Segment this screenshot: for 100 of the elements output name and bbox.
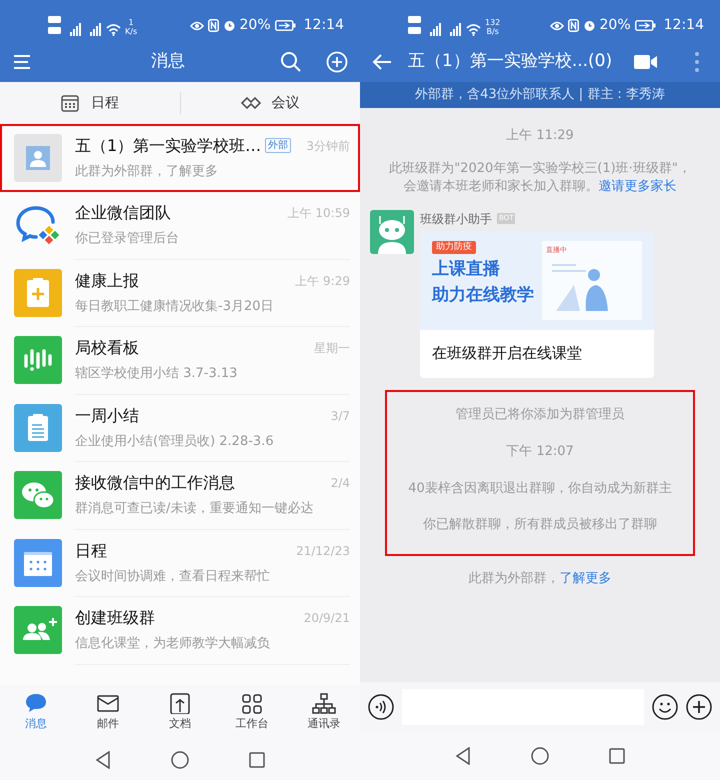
conversation-item[interactable]: 企业微信团队 上午 10:59 你已登录管理后台 <box>0 192 360 259</box>
hd-icon <box>408 14 422 36</box>
speed-unit: B/s <box>486 27 499 36</box>
voice-icon[interactable] <box>368 694 394 720</box>
tab-bar-item[interactable]: 消息 <box>0 685 72 740</box>
message-link[interactable]: 邀请更多家长 <box>598 178 676 194</box>
clipboard-icon <box>14 404 62 452</box>
chat-bubble-icon <box>24 692 48 714</box>
alarm-icon <box>582 19 596 32</box>
tab-bar-item[interactable]: 工作台 <box>216 685 288 740</box>
conversation-name: 创建班级群 <box>75 607 155 629</box>
wifi-icon <box>466 24 481 36</box>
battery-icon <box>634 20 656 31</box>
system-message: 此班级群为"2020年第一实验学校三(1)班·班级群"，会邀请本班老师和家长加入群聊。邀请更多家长 <box>388 160 692 196</box>
conversation-item[interactable]: 创建班级群 20/9/21 信息化课堂，为老师教学大幅减负 <box>0 596 360 664</box>
system-message: 40裴梓含因离职退出群聊，你自动成为新群主 <box>407 480 673 498</box>
conversation-item[interactable]: 一周小结 3/7 企业使用小结(管理员收) 2.28-3.6 <box>0 394 360 462</box>
shortcut-button[interactable]: 会议 <box>180 86 360 120</box>
message-link[interactable]: 了解更多 <box>560 570 612 586</box>
conversation-name: 健康上报 <box>75 270 139 292</box>
search-icon[interactable] <box>280 51 302 73</box>
network-speed: 132 <box>485 18 500 27</box>
message-time: 3/7 <box>330 408 350 424</box>
wifi-icon <box>106 24 121 36</box>
clock-time: 12:14 <box>304 16 344 35</box>
nfc-icon <box>568 19 579 32</box>
avatar-placeholder <box>14 134 62 182</box>
add-people-icon <box>14 606 62 654</box>
message-time: 上午 9:29 <box>295 272 350 290</box>
home-circle-icon[interactable] <box>171 751 189 769</box>
conversation-name: 五（1）第一实验学校班… <box>75 134 262 156</box>
clock-time: 12:14 <box>664 16 704 35</box>
conversation-item[interactable]: 五（1）第一实验学校班… 外部 3分钟前 此群为外部群，了解更多 <box>0 124 360 192</box>
message-preview: 会议时间协调难，查看日程来帮忙 <box>75 568 271 586</box>
org-chart-icon <box>312 692 336 714</box>
chat-timestamp: 上午 11:29 <box>506 127 574 145</box>
message-preview: 信息化课堂，为老师教学大幅减负 <box>75 635 271 653</box>
battery-percent: 20% <box>240 16 271 35</box>
group-info-bar: 外部群，含43位外部联系人 | 群主 : 李秀涛 <box>360 82 720 108</box>
battery-percent: 20% <box>600 16 631 35</box>
conversation-name: 一周小结 <box>75 404 139 426</box>
back-triangle-icon[interactable] <box>455 747 471 765</box>
video-camera-icon[interactable] <box>634 54 658 70</box>
hd-icon <box>48 14 62 36</box>
message-preview: 辖区学校使用小结 3.7-3.13 <box>75 365 238 383</box>
calendar-icon <box>60 94 81 112</box>
recents-square-icon[interactable] <box>609 748 625 764</box>
message-preview: 你已登录管理后台 <box>75 230 180 248</box>
speed-unit: K/s <box>125 27 138 36</box>
grid-icon <box>240 692 264 714</box>
document-icon <box>168 692 192 714</box>
calendar-icon <box>14 538 62 587</box>
message-preview: 群消息可查已读/未读，重要通知一键必达 <box>75 500 314 518</box>
tab-bar-item[interactable]: 邮件 <box>72 685 144 740</box>
shortcut-button[interactable]: 日程 <box>0 86 180 120</box>
nfc-icon <box>208 19 219 32</box>
chat-bubbles-icon <box>14 471 62 520</box>
alarm-icon <box>222 19 236 32</box>
card-caption: 在班级群开启在线课堂 <box>431 342 583 364</box>
message-time: 21/12/23 <box>296 542 350 560</box>
message-preview: 此群为外部群，了解更多 <box>75 162 219 180</box>
tab-bar-item[interactable]: 文档 <box>144 685 216 740</box>
clipboard-plus-icon <box>14 268 62 317</box>
conversation-item[interactable]: 日程 21/12/23 会议时间协调难，查看日程来帮忙 <box>0 529 360 596</box>
conversation-item[interactable]: 接收微信中的工作消息 2/4 群消息可查已读/未读，重要通知一键必达 <box>0 462 360 529</box>
banner-headline: 助力在线教学 <box>432 284 534 306</box>
screen-title: 消息 <box>150 50 186 74</box>
external-tag: 外部 <box>265 138 292 153</box>
robot-avatar-icon <box>370 210 414 254</box>
message-time: 上午 10:59 <box>288 205 350 222</box>
message-time: 3分钟前 <box>306 138 350 154</box>
conversation-name: 接收微信中的工作消息 <box>75 472 235 494</box>
promo-tag: 助力防疫 <box>432 240 476 254</box>
meeting-icon <box>241 94 262 112</box>
message-preview: 企业使用小结(管理员收) 2.28-3.6 <box>75 432 275 450</box>
message-time: 20/9/21 <box>304 610 350 627</box>
back-arrow-icon[interactable] <box>372 53 392 71</box>
add-icon[interactable] <box>686 694 712 720</box>
home-circle-icon[interactable] <box>531 747 549 765</box>
bar-chart-icon <box>14 336 62 384</box>
tab-bar-item[interactable]: 通讯录 <box>288 685 360 740</box>
system-message: 此群为外部群，了解更多 <box>468 570 612 588</box>
chat-title: 五（1）第一实验学校...(0) <box>408 50 614 74</box>
message-preview: 每日教职工健康情况收集-3月20日 <box>75 298 275 316</box>
chat-timestamp: 下午 12:07 <box>506 443 574 461</box>
conversation-item[interactable]: 局校看板 星期一 辖区学校使用小结 3.7-3.13 <box>0 326 360 394</box>
conversation-name: 局校看板 <box>75 337 139 359</box>
system-message: 你已解散群聊，所有群成员被移出了群聊 <box>422 516 658 534</box>
back-triangle-icon[interactable] <box>95 751 111 769</box>
conversation-name: 企业微信团队 <box>75 202 171 224</box>
system-message: 管理员已将你添加为群管理员 <box>454 406 626 424</box>
network-speed: 1 <box>128 18 134 27</box>
conversation-item[interactable]: 健康上报 上午 9:29 每日教职工健康情况收集-3月20日 <box>0 259 360 326</box>
eye-icon <box>550 20 564 30</box>
banner-headline: 上课直播 <box>432 258 501 280</box>
eye-icon <box>190 20 204 30</box>
emoji-icon[interactable] <box>652 694 678 720</box>
recents-square-icon[interactable] <box>249 752 265 768</box>
conversation-name: 日程 <box>75 540 107 562</box>
menu-icon[interactable] <box>12 54 32 70</box>
